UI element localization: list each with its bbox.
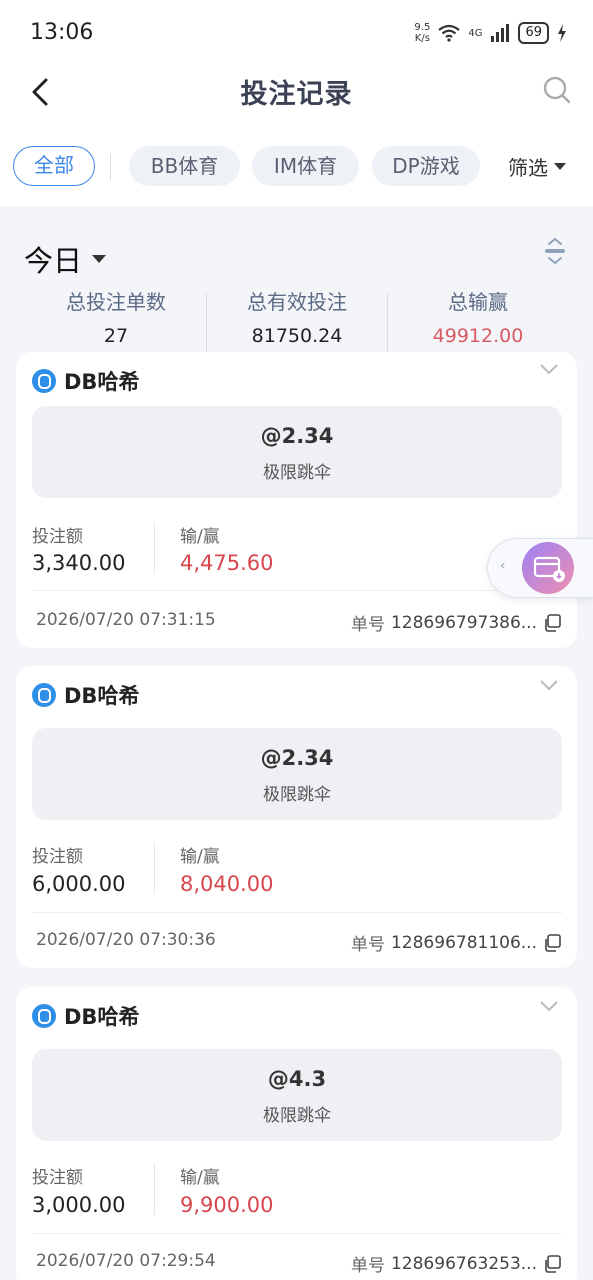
period-selector[interactable]: 今日 xyxy=(24,238,107,280)
odds-box: @2.34 极限跳伞 xyxy=(32,406,562,498)
bet-amount-value: 6,000.00 xyxy=(32,872,126,896)
summary-bet-count: 总投注单数 27 xyxy=(66,290,166,347)
status-icons: 9.5 K/s 4G 69 xyxy=(414,22,567,44)
wifi-icon xyxy=(438,24,461,42)
filter-label: 筛选 xyxy=(508,156,548,180)
odds-value: @2.34 xyxy=(260,424,334,448)
win-loss-label: 输/赢 xyxy=(180,1168,220,1188)
chevron-down-icon[interactable] xyxy=(539,999,559,1013)
tab-all[interactable]: 全部 xyxy=(13,146,95,186)
status-bar: 13:06 9.5 K/s 4G 69 xyxy=(0,0,593,66)
tab-bb-sports[interactable]: BB体育 xyxy=(129,146,240,186)
platform-logo-icon xyxy=(32,369,56,393)
tab-dp-games[interactable]: DP游戏 xyxy=(372,146,480,186)
event-name: 极限跳伞 xyxy=(263,463,331,483)
odds-value: @2.34 xyxy=(260,746,334,770)
summary-valid-bet: 总有效投注 81750.24 xyxy=(247,290,347,347)
win-loss-label: 输/赢 xyxy=(180,527,220,547)
bet-amount-label: 投注额 xyxy=(32,1168,83,1188)
platform-logo-icon xyxy=(32,1004,56,1028)
chevron-down-icon[interactable] xyxy=(539,678,559,692)
win-loss-value: 4,475.60 xyxy=(180,551,274,575)
platform-name: DB哈希 xyxy=(32,366,139,396)
floating-ball[interactable] xyxy=(522,542,574,594)
order-number[interactable]: 单号 128696763253... xyxy=(351,1251,561,1276)
bet-time: 2026/07/20 07:31:15 xyxy=(36,610,216,630)
card-divider xyxy=(32,912,562,913)
bet-amount-value: 3,340.00 xyxy=(32,551,126,575)
bet-time: 2026/07/20 07:29:54 xyxy=(36,1251,216,1271)
bet-card[interactable]: DB哈希 @2.34 极限跳伞 投注额 3,340.00 输/赢 4,475.6… xyxy=(16,352,577,648)
win-loss-value: 9,900.00 xyxy=(180,1193,274,1217)
platform-logo-icon xyxy=(32,683,56,707)
caret-down-icon xyxy=(554,163,566,170)
chevron-down-icon[interactable] xyxy=(539,362,559,376)
odds-value: @4.3 xyxy=(267,1067,327,1091)
amount-divider xyxy=(154,842,155,894)
tab-im-sports[interactable]: IM体育 xyxy=(252,146,359,186)
odds-box: @2.34 极限跳伞 xyxy=(32,728,562,820)
bet-amount-label: 投注额 xyxy=(32,847,83,867)
signal-icon xyxy=(491,24,510,42)
network-type: 4G xyxy=(468,27,483,39)
top-bar: 投注记录 xyxy=(0,66,593,124)
platform-name: DB哈希 xyxy=(32,1001,139,1031)
filter-button[interactable]: 筛选 xyxy=(508,152,566,181)
win-loss-label: 输/赢 xyxy=(180,847,220,867)
collapse-toggle-icon[interactable] xyxy=(540,236,570,266)
platform-name: DB哈希 xyxy=(32,680,139,710)
period-label: 今日 xyxy=(24,244,83,278)
bet-time: 2026/07/20 07:30:36 xyxy=(36,930,216,950)
event-name: 极限跳伞 xyxy=(263,1106,331,1126)
status-time: 13:06 xyxy=(30,20,94,45)
odds-box: @4.3 极限跳伞 xyxy=(32,1049,562,1141)
summary-panel: 总投注单数 27 总有效投注 81750.24 总输赢 49912.00 xyxy=(0,286,593,360)
bet-amount-value: 3,000.00 xyxy=(32,1193,126,1217)
floating-service-widget[interactable]: ‹ xyxy=(487,538,593,598)
amount-divider xyxy=(154,1163,155,1215)
copy-icon[interactable] xyxy=(543,933,561,952)
tab-divider xyxy=(110,154,111,180)
bet-card[interactable]: DB哈希 @4.3 极限跳伞 投注额 3,000.00 输/赢 9,900.00… xyxy=(16,987,577,1280)
order-number[interactable]: 单号 128696781106... xyxy=(351,930,561,955)
bet-amount-label: 投注额 xyxy=(32,527,83,547)
win-loss-value: 8,040.00 xyxy=(180,872,274,896)
event-name: 极限跳伞 xyxy=(263,785,331,805)
amount-divider xyxy=(154,522,155,574)
bet-card[interactable]: DB哈希 @2.34 极限跳伞 投注额 6,000.00 输/赢 8,040.0… xyxy=(16,666,577,968)
page-title: 投注记录 xyxy=(240,79,353,110)
caret-down-icon xyxy=(92,255,107,263)
search-icon[interactable] xyxy=(541,74,573,106)
card-download-icon xyxy=(533,556,565,582)
charging-icon xyxy=(558,24,566,42)
platform-tabs: 全部 BB体育 IM体育 DP游戏 筛选 xyxy=(0,124,593,206)
card-divider xyxy=(32,590,562,591)
order-number[interactable]: 单号 128696797386... xyxy=(351,610,561,635)
battery-indicator: 69 xyxy=(518,22,549,44)
summary-win-loss: 总输赢 49912.00 xyxy=(432,290,524,347)
card-divider xyxy=(32,1233,562,1234)
copy-icon[interactable] xyxy=(543,613,561,632)
copy-icon[interactable] xyxy=(543,1254,561,1273)
network-speed: 9.5 K/s xyxy=(414,22,431,44)
chevron-left-icon: ‹ xyxy=(500,558,506,574)
